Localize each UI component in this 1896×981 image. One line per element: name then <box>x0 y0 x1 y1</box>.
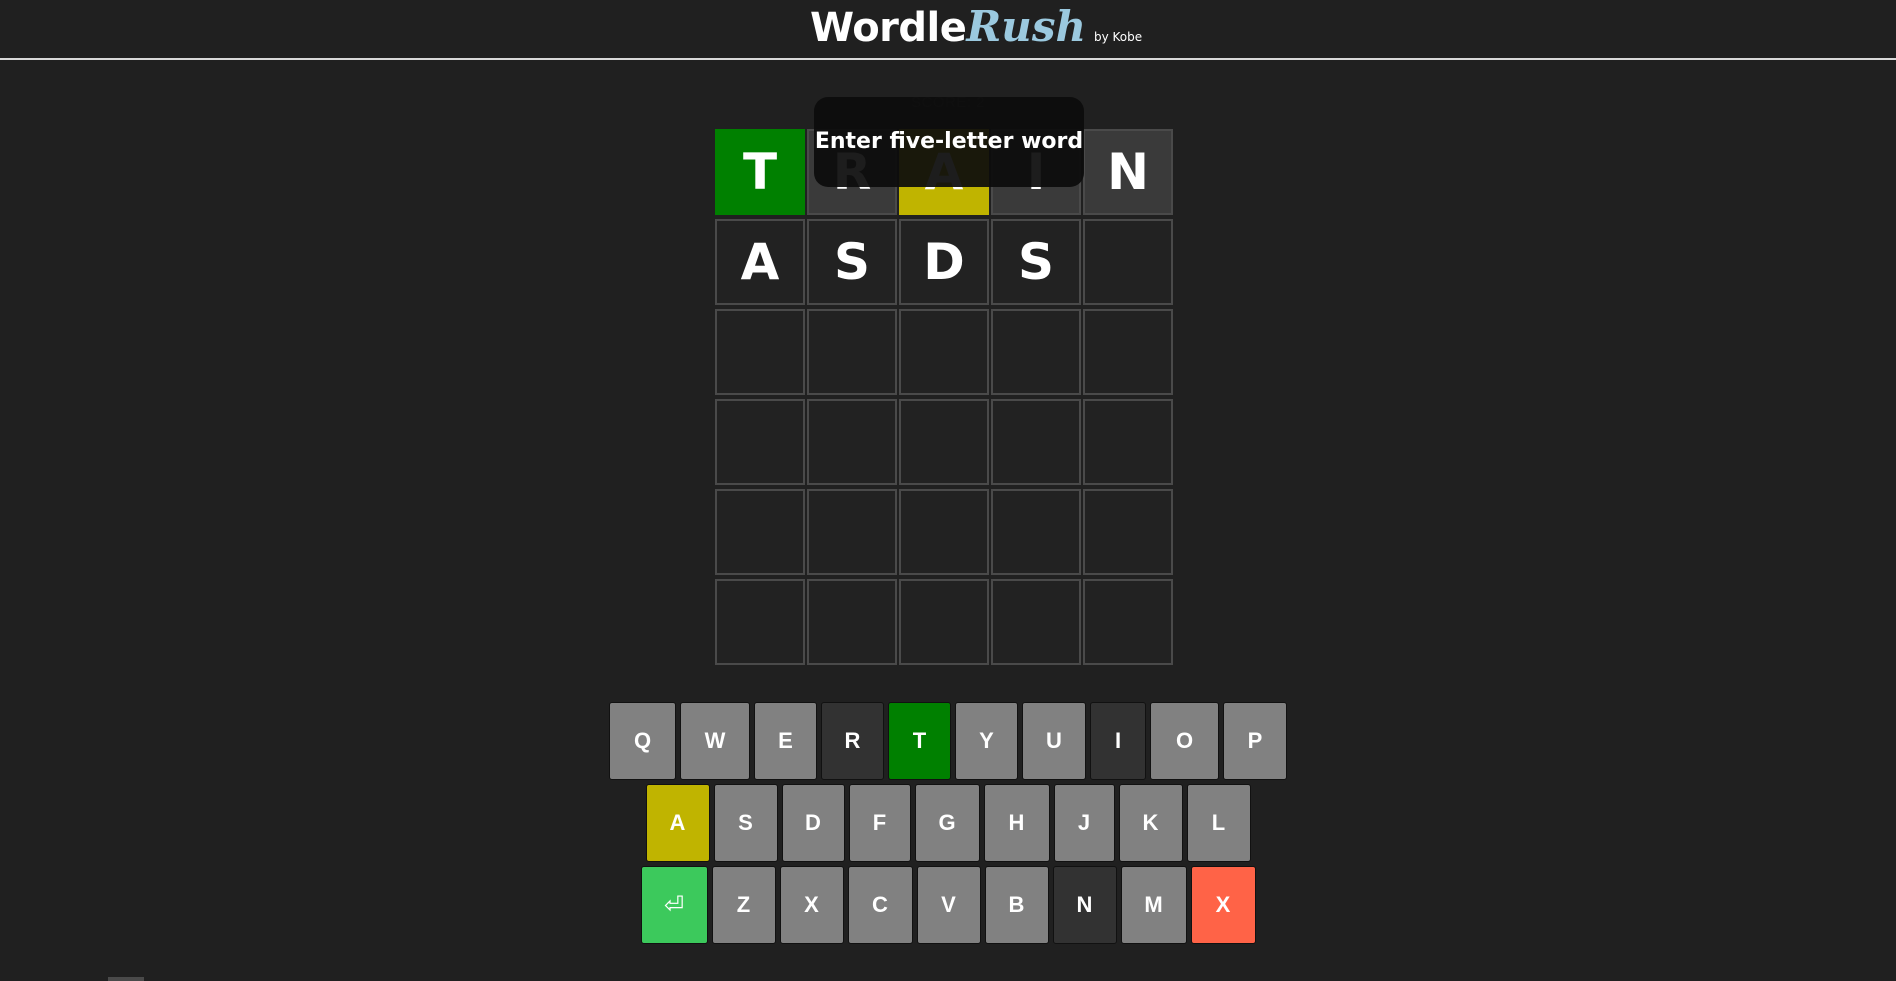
key-r[interactable]: R <box>821 702 884 780</box>
board-tile <box>991 489 1081 575</box>
key-z[interactable]: Z <box>711 866 776 944</box>
key-b[interactable]: B <box>984 866 1049 944</box>
board-tile <box>715 309 805 395</box>
logo-rush-text: Rush <box>966 2 1086 51</box>
key-j[interactable]: J <box>1053 784 1115 862</box>
key-d[interactable]: D <box>781 784 845 862</box>
board-tile <box>1083 309 1173 395</box>
board-tile <box>807 309 897 395</box>
key-x[interactable]: X <box>779 866 844 944</box>
key-u[interactable]: U <box>1022 702 1086 780</box>
board-tile: S <box>991 219 1081 305</box>
board-row: ASDS <box>714 218 1184 308</box>
board-tile <box>991 579 1081 665</box>
key-a[interactable]: A <box>645 784 710 862</box>
key-w[interactable]: W <box>680 702 750 780</box>
key-k[interactable]: K <box>1118 784 1183 862</box>
key-n[interactable]: N <box>1052 866 1117 944</box>
board-tile <box>1083 219 1173 305</box>
keyboard-row: ⏎ Z X C V B N M X <box>0 866 1896 944</box>
bottom-scroll-marker <box>108 977 144 981</box>
board-tile <box>991 399 1081 485</box>
board-tile <box>1083 489 1173 575</box>
toast-message: Enter five-letter word <box>814 97 1084 187</box>
key-s[interactable]: S <box>713 784 778 862</box>
logo-byline: by Kobe <box>1094 30 1143 44</box>
board-tile <box>715 579 805 665</box>
board-tile: N <box>1083 129 1173 215</box>
board-row <box>714 488 1184 578</box>
board-tile <box>899 489 989 575</box>
board-tile <box>807 399 897 485</box>
board-tile <box>807 489 897 575</box>
board-tile <box>715 399 805 485</box>
board-tile <box>715 489 805 575</box>
on-screen-keyboard: Q W E R T Y U I O P A S D F G H J K L ⏎ Z X C V B N M X <box>0 702 1896 948</box>
key-p[interactable]: P <box>1223 702 1287 780</box>
key-o[interactable]: O <box>1150 702 1219 780</box>
board-tile <box>899 309 989 395</box>
app-header: WordleRush by Kobe <box>0 0 1896 60</box>
key-f[interactable]: F <box>848 784 911 862</box>
board-tile <box>1083 579 1173 665</box>
key-y[interactable]: Y <box>955 702 1018 780</box>
key-e[interactable]: E <box>754 702 817 780</box>
key-g[interactable]: G <box>914 784 980 862</box>
board-row <box>714 308 1184 398</box>
enter-icon: ⏎ <box>663 891 685 919</box>
key-l[interactable]: L <box>1186 784 1251 862</box>
keyboard-row: QWERTYUIOP <box>0 702 1896 780</box>
delete-key[interactable]: X <box>1190 866 1256 944</box>
key-h[interactable]: H <box>983 784 1050 862</box>
key-q[interactable]: Q <box>609 702 676 780</box>
board-row <box>714 398 1184 488</box>
board-tile: D <box>899 219 989 305</box>
app-logo: WordleRush by Kobe <box>810 2 1142 58</box>
board-tile <box>991 309 1081 395</box>
delete-icon: X <box>1215 892 1231 917</box>
key-c[interactable]: C <box>847 866 913 944</box>
board-tile <box>899 579 989 665</box>
keyboard-row: ASDFGHJKL <box>0 784 1896 862</box>
board-tile: S <box>807 219 897 305</box>
key-v[interactable]: V <box>916 866 981 944</box>
key-m[interactable]: M <box>1120 866 1187 944</box>
board-tile: A <box>715 219 805 305</box>
board-row <box>714 578 1184 668</box>
game-board: TRAINASDS <box>714 128 1184 668</box>
board-tile <box>1083 399 1173 485</box>
key-t[interactable]: T <box>888 702 951 780</box>
board-tile <box>899 399 989 485</box>
board-tile: T <box>715 129 805 215</box>
key-i[interactable]: I <box>1090 702 1146 780</box>
enter-key[interactable]: ⏎ <box>640 866 708 944</box>
board-tile <box>807 579 897 665</box>
logo-wordle-text: Wordle <box>810 5 967 51</box>
